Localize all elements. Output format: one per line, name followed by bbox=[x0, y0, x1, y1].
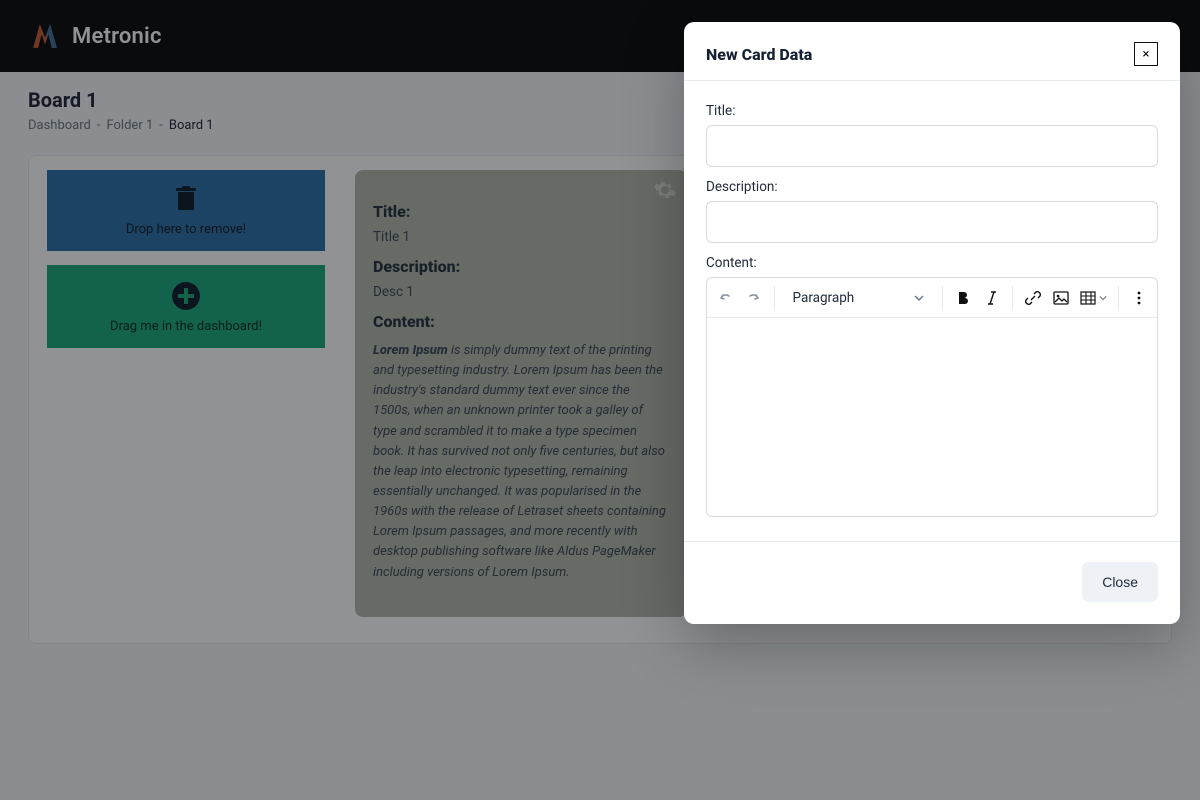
rich-text-editor: Paragraph bbox=[706, 277, 1158, 517]
modal-title: New Card Data bbox=[706, 45, 812, 64]
chevron-down-icon bbox=[914, 293, 924, 303]
toolbar-divider bbox=[1012, 286, 1013, 310]
close-icon: × bbox=[1143, 47, 1150, 62]
toolbar-divider bbox=[1118, 286, 1119, 310]
kebab-icon bbox=[1132, 291, 1146, 305]
table-button[interactable] bbox=[1077, 283, 1109, 313]
close-button[interactable]: Close bbox=[1082, 562, 1158, 602]
paragraph-label: Paragraph bbox=[793, 290, 855, 306]
table-icon bbox=[1080, 290, 1096, 306]
italic-button[interactable] bbox=[979, 283, 1003, 313]
link-button[interactable] bbox=[1021, 283, 1045, 313]
title-input[interactable] bbox=[706, 125, 1158, 167]
paragraph-dropdown[interactable]: Paragraph bbox=[783, 290, 935, 306]
toolbar-divider bbox=[774, 286, 775, 310]
editor-textarea[interactable] bbox=[707, 318, 1157, 516]
undo-button[interactable] bbox=[713, 283, 737, 313]
editor-toolbar: Paragraph bbox=[707, 278, 1157, 318]
redo-button[interactable] bbox=[741, 283, 765, 313]
image-button[interactable] bbox=[1049, 283, 1073, 313]
modal-close-x[interactable]: × bbox=[1134, 42, 1158, 66]
title-label: Title: bbox=[706, 103, 1158, 119]
modal-body: Title: Description: Content: Paragraph bbox=[684, 81, 1180, 523]
description-input[interactable] bbox=[706, 201, 1158, 243]
new-card-modal: New Card Data × Title: Description: Cont… bbox=[684, 22, 1180, 624]
chevron-down-icon bbox=[1099, 294, 1107, 302]
bold-icon bbox=[955, 290, 971, 306]
bold-button[interactable] bbox=[951, 283, 975, 313]
undo-icon bbox=[717, 290, 733, 306]
toolbar-divider bbox=[942, 286, 943, 310]
modal-header: New Card Data × bbox=[684, 22, 1180, 80]
redo-icon bbox=[746, 290, 762, 306]
link-icon bbox=[1025, 290, 1041, 306]
modal-footer: Close bbox=[684, 542, 1180, 624]
italic-icon bbox=[984, 290, 1000, 306]
content-label: Content: bbox=[706, 255, 1158, 271]
description-label: Description: bbox=[706, 179, 1158, 195]
more-button[interactable] bbox=[1127, 283, 1151, 313]
image-icon bbox=[1053, 290, 1069, 306]
